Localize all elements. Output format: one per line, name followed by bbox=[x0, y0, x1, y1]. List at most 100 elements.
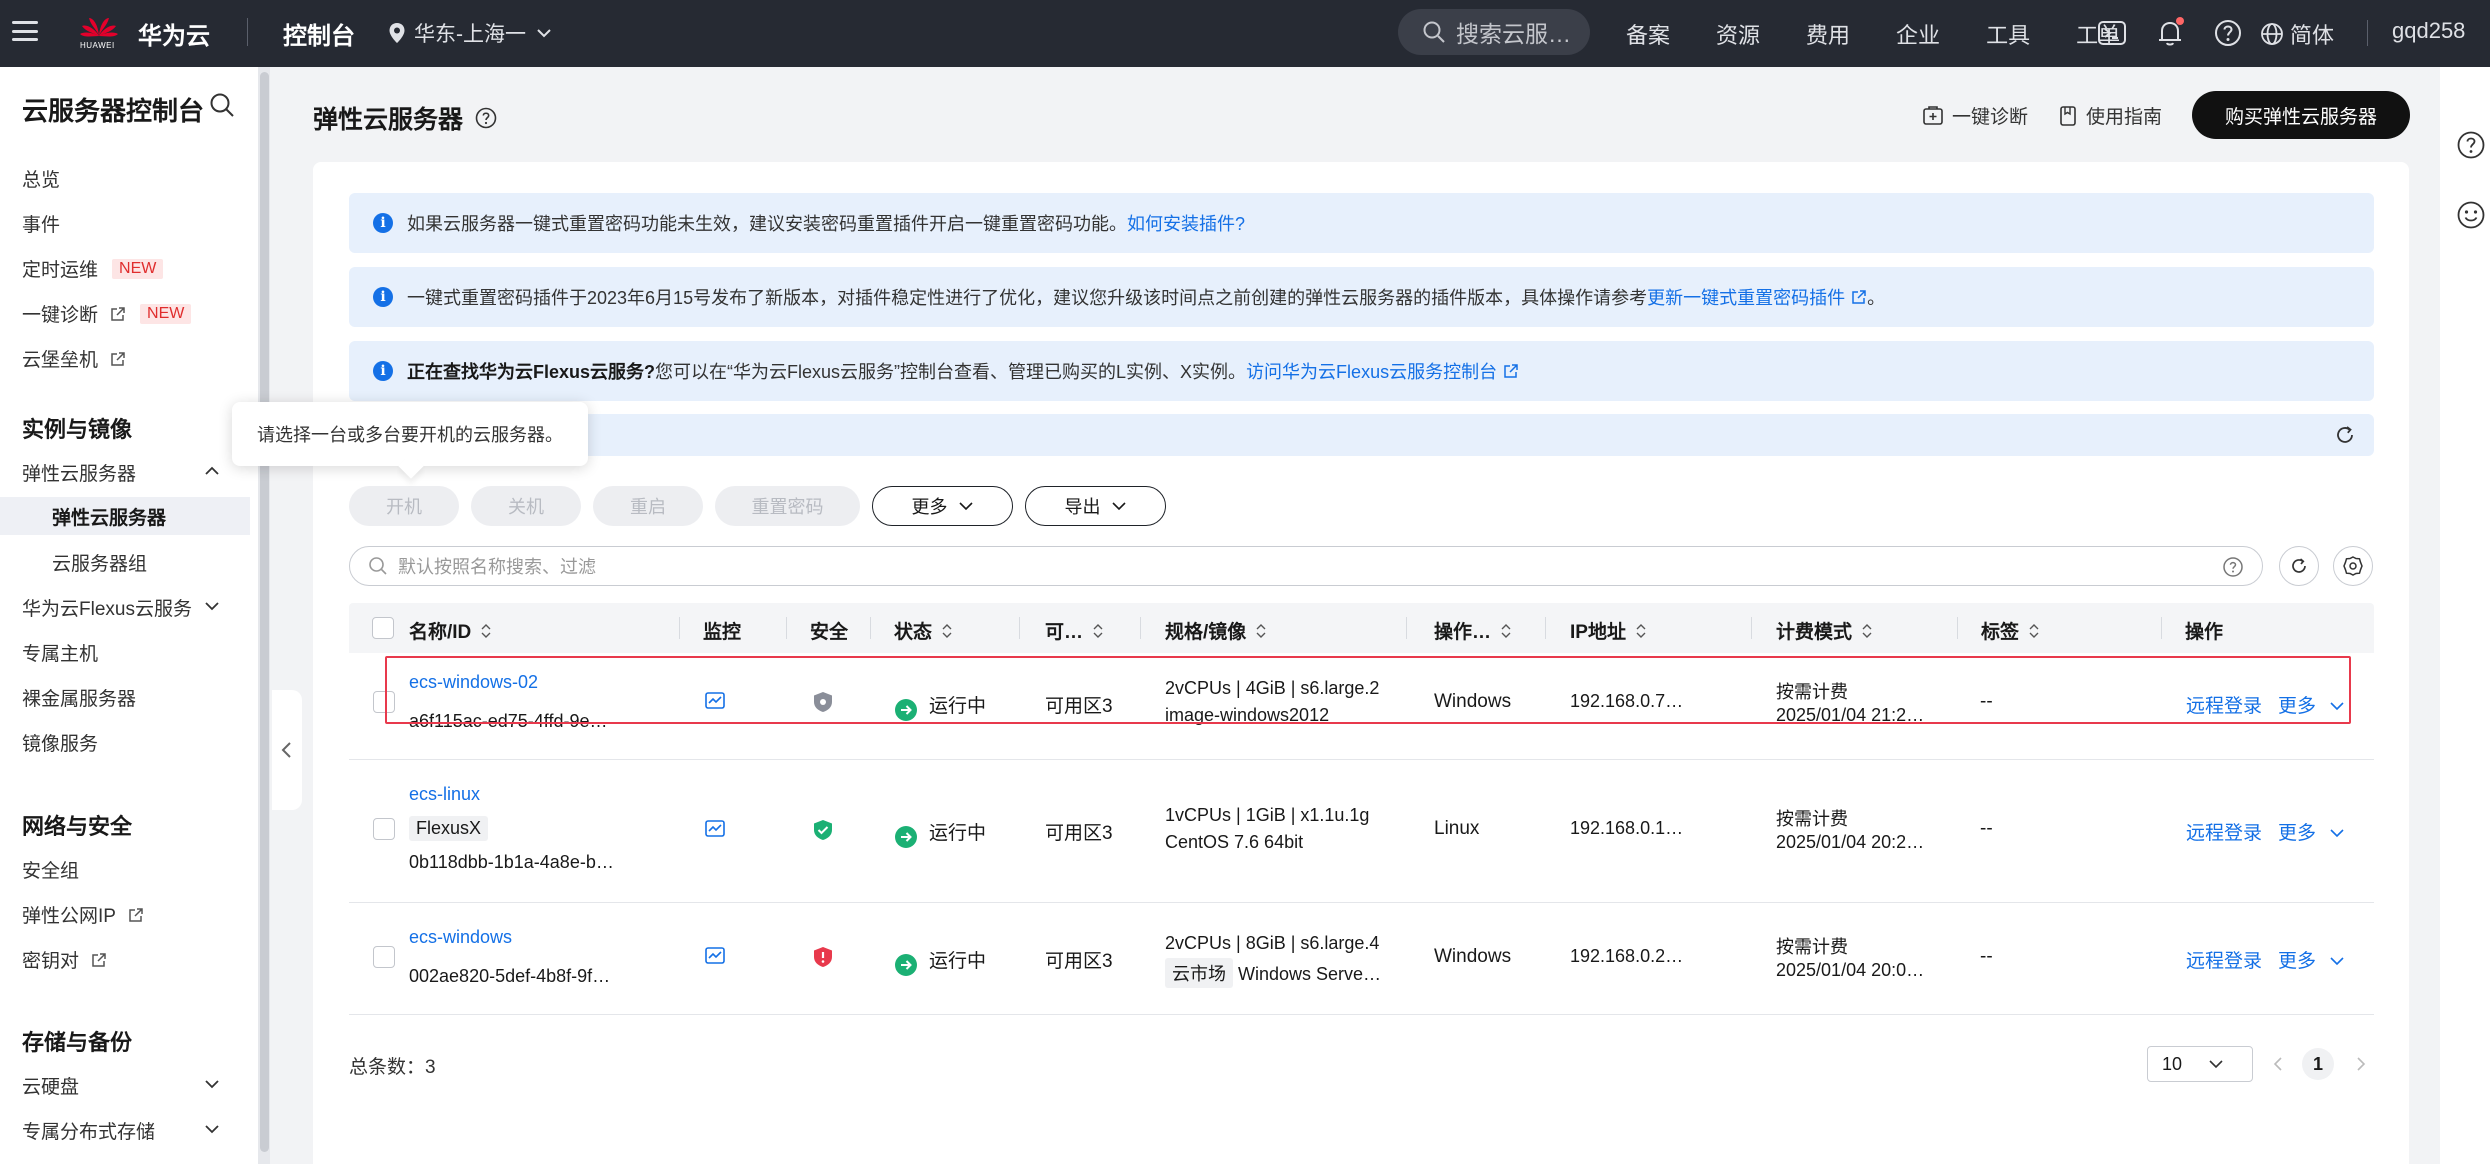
sidebar-scrollbar[interactable] bbox=[260, 72, 269, 1152]
divider bbox=[2367, 20, 2368, 46]
sidebar-item-flexus[interactable]: 华为云Flexus云服务 bbox=[22, 594, 192, 621]
col-spec-image[interactable]: 规格/镜像 bbox=[1165, 617, 1268, 644]
search-icon[interactable] bbox=[208, 91, 236, 119]
restart-button[interactable]: 重启 bbox=[593, 486, 703, 526]
console-link[interactable]: 控制台 bbox=[283, 16, 355, 51]
column-header-label: 操作… bbox=[1434, 622, 1492, 643]
col-billing[interactable]: 计费模式 bbox=[1776, 617, 1874, 644]
external-link-icon[interactable] bbox=[1503, 363, 1519, 379]
sidebar-item-evs[interactable]: 云硬盘 bbox=[22, 1072, 79, 1099]
guide-button[interactable]: 使用指南 bbox=[2058, 102, 2162, 129]
sidebar-item-bare-metal[interactable]: 裸金属服务器 bbox=[22, 684, 136, 711]
instance-name-link[interactable]: ecs-linux bbox=[409, 784, 480, 805]
nav-beian[interactable]: 备案 bbox=[1626, 18, 1670, 50]
col-status[interactable]: 状态 bbox=[894, 617, 954, 644]
row-more-menu[interactable]: 更多 bbox=[2278, 946, 2345, 973]
refresh-list-button[interactable] bbox=[2279, 546, 2319, 586]
row-more-menu[interactable]: 更多 bbox=[2278, 818, 2345, 845]
table-settings-button[interactable] bbox=[2333, 546, 2373, 586]
page-number-current[interactable]: 1 bbox=[2302, 1048, 2334, 1080]
nav-enterprise[interactable]: 企业 bbox=[1896, 18, 1940, 50]
flexus-console-link[interactable]: 访问华为云Flexus云服务控制台 bbox=[1246, 358, 1497, 384]
notification-bell[interactable] bbox=[2154, 17, 2186, 49]
instance-label: -- bbox=[1980, 818, 1993, 839]
external-link-icon[interactable] bbox=[1851, 289, 1867, 305]
chevron-up-icon[interactable] bbox=[204, 463, 220, 479]
select-all-checkbox[interactable] bbox=[372, 617, 394, 639]
help-circle-icon[interactable] bbox=[475, 107, 497, 129]
notification-dot bbox=[2176, 17, 2184, 25]
nav-resources[interactable]: 资源 bbox=[1716, 18, 1760, 50]
sidebar-item-dedicated-host[interactable]: 专属主机 bbox=[22, 639, 98, 666]
column-divider bbox=[2161, 617, 2162, 639]
help-circle-icon[interactable] bbox=[2222, 556, 2244, 578]
nav-tools[interactable]: 工具 bbox=[1986, 18, 2030, 50]
more-actions-button[interactable]: 更多 bbox=[872, 486, 1013, 526]
nav-billing[interactable]: 费用 bbox=[1806, 18, 1850, 50]
sidebar-item-bastion[interactable]: 云堡垒机 bbox=[22, 345, 126, 372]
sidebar-item-scheduled-ops[interactable]: 定时运维 NEW bbox=[22, 255, 164, 282]
status-running: 运行中 bbox=[895, 818, 986, 848]
sidebar-item-overview[interactable]: 总览 bbox=[22, 165, 60, 192]
chevron-down-icon[interactable] bbox=[204, 598, 220, 614]
sidebar-item-diagnose[interactable]: 一键诊断 NEW bbox=[22, 300, 192, 327]
page-size-select[interactable]: 10 bbox=[2147, 1046, 2253, 1082]
sidebar-item-key-pair[interactable]: 密钥对 bbox=[22, 946, 107, 973]
brand-name[interactable]: 华为云 bbox=[138, 16, 210, 51]
sidebar-item-security-group[interactable]: 安全组 bbox=[22, 856, 79, 883]
sort-icon bbox=[1093, 623, 1103, 638]
globe-icon bbox=[2261, 23, 2283, 45]
chevron-down-icon[interactable] bbox=[204, 1121, 220, 1137]
refresh-search-icon bbox=[2292, 558, 2306, 573]
row-checkbox[interactable] bbox=[373, 818, 395, 840]
huawei-logo[interactable] bbox=[74, 8, 124, 58]
update-plugin-link[interactable]: 更新一键式重置密码插件 bbox=[1647, 284, 1845, 310]
next-page-button[interactable] bbox=[2345, 1048, 2377, 1080]
menu-icon[interactable] bbox=[12, 18, 38, 44]
terminal-icon[interactable] bbox=[2096, 17, 2128, 49]
install-plugin-link[interactable]: 如何安装插件? bbox=[1127, 210, 1245, 236]
help-icon[interactable] bbox=[2212, 17, 2244, 49]
prev-page-button[interactable] bbox=[2262, 1048, 2294, 1080]
help-icon[interactable] bbox=[2456, 130, 2486, 160]
col-az[interactable]: 可… bbox=[1045, 617, 1105, 644]
sort-icon bbox=[2029, 623, 2039, 638]
remote-login-link[interactable]: 远程登录 bbox=[2186, 946, 2262, 973]
row-checkbox[interactable] bbox=[373, 946, 395, 968]
col-os[interactable]: 操作… bbox=[1434, 617, 1513, 644]
refresh-icon[interactable] bbox=[2334, 424, 2356, 446]
buy-ecs-button[interactable]: 购买弹性云服务器 bbox=[2192, 91, 2410, 139]
monitor-chart-icon[interactable] bbox=[704, 818, 726, 840]
sidebar-item-ecs[interactable]: 弹性云服务器 bbox=[22, 459, 136, 486]
col-ip[interactable]: IP地址 bbox=[1570, 617, 1648, 644]
remote-login-link[interactable]: 远程登录 bbox=[2186, 818, 2262, 845]
instance-name-link[interactable]: ecs-windows bbox=[409, 927, 512, 948]
monitor-chart-icon[interactable] bbox=[704, 945, 726, 967]
stop-button[interactable]: 关机 bbox=[471, 486, 581, 526]
region-selector[interactable]: 华东-上海一 bbox=[388, 18, 554, 48]
sidebar-item-ecs-active[interactable]: 弹性云服务器 bbox=[0, 497, 250, 535]
column-divider bbox=[870, 617, 871, 639]
global-search[interactable]: 搜索云服… bbox=[1398, 9, 1590, 55]
filter-search-input[interactable]: 默认按照名称搜索、过滤 bbox=[349, 546, 2263, 586]
sidebar-item-eip[interactable]: 弹性公网IP bbox=[22, 901, 144, 928]
col-name-id[interactable]: 名称/ID bbox=[409, 617, 493, 644]
user-menu[interactable]: gqd258 bbox=[2392, 18, 2465, 44]
sidebar-item-label: 云堡垒机 bbox=[22, 350, 99, 371]
sidebar-collapse-toggle[interactable] bbox=[272, 690, 302, 810]
feedback-smile-icon[interactable] bbox=[2456, 200, 2486, 230]
shield-risk-icon[interactable] bbox=[811, 945, 835, 969]
sidebar-item-server-group[interactable]: 云服务器组 bbox=[52, 549, 147, 576]
shield-check-icon[interactable] bbox=[811, 818, 835, 842]
sidebar-item-events[interactable]: 事件 bbox=[22, 210, 60, 237]
sidebar-item-dss[interactable]: 专属分布式存储 bbox=[22, 1117, 155, 1144]
diagnose-button[interactable]: 一键诊断 bbox=[1922, 102, 2028, 129]
start-button[interactable]: 开机 bbox=[349, 486, 459, 526]
sidebar-item-image-service[interactable]: 镜像服务 bbox=[22, 729, 98, 756]
language-selector[interactable]: 简体 bbox=[2260, 18, 2334, 50]
reset-password-button[interactable]: 重置密码 bbox=[715, 486, 860, 526]
col-label[interactable]: 标签 bbox=[1981, 617, 2041, 644]
chevron-down-icon[interactable] bbox=[204, 1076, 220, 1092]
export-button[interactable]: 导出 bbox=[1025, 486, 1166, 526]
column-header-label: 监控 bbox=[703, 622, 742, 643]
